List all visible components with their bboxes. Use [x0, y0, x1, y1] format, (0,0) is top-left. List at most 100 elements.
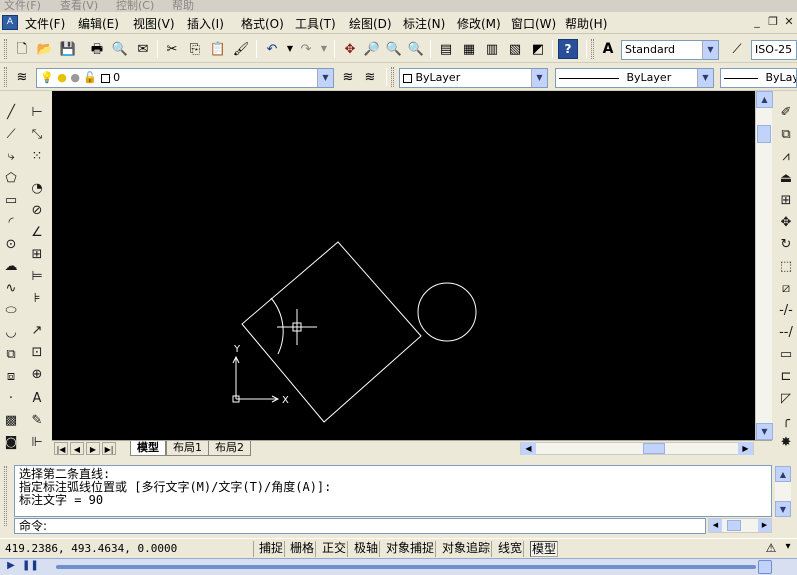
circle-entity[interactable]	[417, 282, 477, 342]
hatch-icon[interactable]: ▩	[1, 410, 21, 430]
copy-icon[interactable]: ⎘	[185, 39, 205, 59]
chevron-down-icon[interactable]: ▼	[697, 69, 713, 87]
dimension-text-edit-icon[interactable]: ✎	[27, 410, 47, 430]
make-block-icon[interactable]: ⧈	[1, 366, 21, 386]
pause-icon[interactable]: ❚❚	[22, 560, 39, 574]
ortho-toggle[interactable]: 正交	[321, 541, 349, 557]
scroll-left-icon[interactable]: ◀	[521, 442, 536, 455]
dimension-edit-icon[interactable]: A	[27, 388, 47, 408]
circle-icon[interactable]: ⊙	[1, 234, 21, 254]
save-icon[interactable]: 💾	[58, 39, 78, 59]
model-toggle[interactable]: 模型	[530, 541, 559, 557]
snap-toggle[interactable]: 捕捉	[258, 541, 286, 557]
scroll-down-icon[interactable]: ▼	[756, 423, 773, 440]
ellipse-icon[interactable]: ⬭	[1, 300, 21, 320]
zoom-previous-icon[interactable]: 🔍	[406, 39, 426, 59]
vertical-scroll-thumb[interactable]	[757, 125, 771, 143]
text-style-select[interactable]: Standard ▼	[621, 40, 719, 60]
open-folder-icon[interactable]: 📂	[35, 39, 55, 59]
command-window-grip[interactable]	[4, 466, 7, 526]
cut-icon[interactable]: ✂	[162, 39, 182, 59]
make-current-layer-icon[interactable]: ≋	[338, 67, 358, 87]
scroll-left-icon[interactable]: ◀	[709, 519, 722, 532]
copy-object-icon[interactable]: ⧉	[776, 124, 796, 144]
pan-icon[interactable]: ✥	[340, 39, 360, 59]
fillet-icon[interactable]: ╭	[776, 410, 796, 430]
line-icon[interactable]: ╱	[1, 102, 21, 122]
minimize-icon[interactable]: _	[749, 15, 765, 30]
menu-tools[interactable]: 工具(T)	[295, 15, 336, 32]
menu-draw[interactable]: 绘图(D)	[349, 15, 392, 32]
help-icon[interactable]: ?	[558, 39, 578, 59]
color-select[interactable]: ByLayer ▼	[399, 68, 548, 88]
quick-leader-icon[interactable]: ↗	[27, 320, 47, 340]
markup-icon[interactable]: ◩	[528, 39, 548, 59]
properties-icon[interactable]: ▤	[436, 39, 456, 59]
command-line-scrollbar[interactable]: ◀ ▶	[708, 518, 772, 533]
zoom-realtime-icon[interactable]: 🔎	[362, 39, 382, 59]
tool-palettes-icon[interactable]: ▥	[482, 39, 502, 59]
array-icon[interactable]: ⊞	[776, 190, 796, 210]
text-style-icon[interactable]: A	[598, 39, 618, 59]
diameter-dimension-icon[interactable]: ⊘	[27, 200, 47, 220]
publish-icon[interactable]: ✉	[133, 39, 153, 59]
horizontal-scroll-thumb[interactable]	[727, 520, 741, 531]
zoom-window-icon[interactable]: 🔍	[384, 39, 404, 59]
polar-toggle[interactable]: 极轴	[353, 541, 381, 557]
menu-format[interactable]: 格式(O)	[241, 15, 284, 32]
layer-manager-icon[interactable]: ≋	[12, 67, 32, 87]
linear-dimension-icon[interactable]: ⊢	[27, 102, 47, 122]
radius-dimension-icon[interactable]: ◔	[27, 178, 47, 198]
rectangle-icon[interactable]: ▭	[1, 190, 21, 210]
spline-icon[interactable]: ∿	[1, 278, 21, 298]
scroll-right-icon[interactable]: ▶	[738, 442, 753, 455]
drawing-canvas[interactable]: Y X	[52, 91, 755, 440]
horizontal-scroll-thumb[interactable]	[643, 443, 665, 454]
mirror-icon[interactable]: ⩘	[776, 146, 796, 166]
chamfer-icon[interactable]: ◸	[776, 388, 796, 408]
playback-progress-track[interactable]	[56, 565, 756, 569]
new-file-icon[interactable]: 🗋	[12, 39, 32, 59]
polyline-icon[interactable]: ⤷	[1, 146, 21, 166]
otrack-toggle[interactable]: 对象追踪	[441, 541, 493, 557]
toolbar-grip[interactable]	[591, 39, 594, 59]
region-icon[interactable]: ◙	[1, 432, 21, 452]
lineweight-toggle[interactable]: 线宽	[497, 541, 525, 557]
scroll-up-icon[interactable]: ▲	[756, 91, 773, 108]
tab-model[interactable]: 模型	[130, 441, 166, 456]
last-tab-icon[interactable]: ▶|	[102, 442, 116, 455]
center-mark-icon[interactable]: ⊕	[27, 364, 47, 384]
chevron-down-icon[interactable]: ▼	[317, 69, 333, 87]
continue-dimension-icon[interactable]: ⊧	[27, 288, 47, 308]
trim-icon[interactable]: -/-	[776, 300, 796, 320]
move-icon[interactable]: ✥	[776, 212, 796, 232]
tab-layout1[interactable]: 布局1	[166, 441, 209, 456]
command-input[interactable]: 命令:	[14, 518, 706, 534]
tab-layout2[interactable]: 布局2	[208, 441, 251, 456]
explode-icon[interactable]: ✸	[776, 432, 796, 452]
next-tab-icon[interactable]: ▶	[86, 442, 100, 455]
chevron-down-icon[interactable]: ▼	[531, 69, 547, 87]
erase-icon[interactable]: ✐	[776, 102, 796, 122]
autocad-app-icon[interactable]: A	[2, 15, 18, 30]
undo-icon[interactable]: ↶	[262, 39, 282, 59]
osnap-toggle[interactable]: 对象捕捉	[385, 541, 437, 557]
sheet-set-icon[interactable]: ▧	[505, 39, 525, 59]
lineweight-select[interactable]: ByLayer	[720, 68, 797, 88]
ordinate-dimension-icon[interactable]: ⁙	[27, 146, 47, 166]
menu-edit[interactable]: 编辑(E)	[78, 15, 119, 32]
break-at-point-icon[interactable]: ▭	[776, 344, 796, 364]
dim-style-icon[interactable]: ⟋	[727, 39, 747, 59]
insert-block-icon[interactable]: ⧉	[1, 344, 21, 364]
arc-icon[interactable]: ◜	[1, 212, 21, 232]
quick-dimension-icon[interactable]: ⊞	[27, 244, 47, 264]
scroll-down-icon[interactable]: ▼	[775, 501, 791, 517]
break-icon[interactable]: ⊏	[776, 366, 796, 386]
menu-window[interactable]: 窗口(W)	[511, 15, 556, 32]
communication-center-icon[interactable]: ⚠	[763, 541, 779, 557]
vertical-scrollbar[interactable]: ▲ ▼	[755, 91, 773, 440]
first-tab-icon[interactable]: |◀	[54, 442, 68, 455]
dimension-update-icon[interactable]: ⊩	[27, 432, 47, 452]
menu-modify[interactable]: 修改(M)	[457, 15, 501, 32]
linetype-select[interactable]: ByLayer ▼	[555, 68, 714, 88]
